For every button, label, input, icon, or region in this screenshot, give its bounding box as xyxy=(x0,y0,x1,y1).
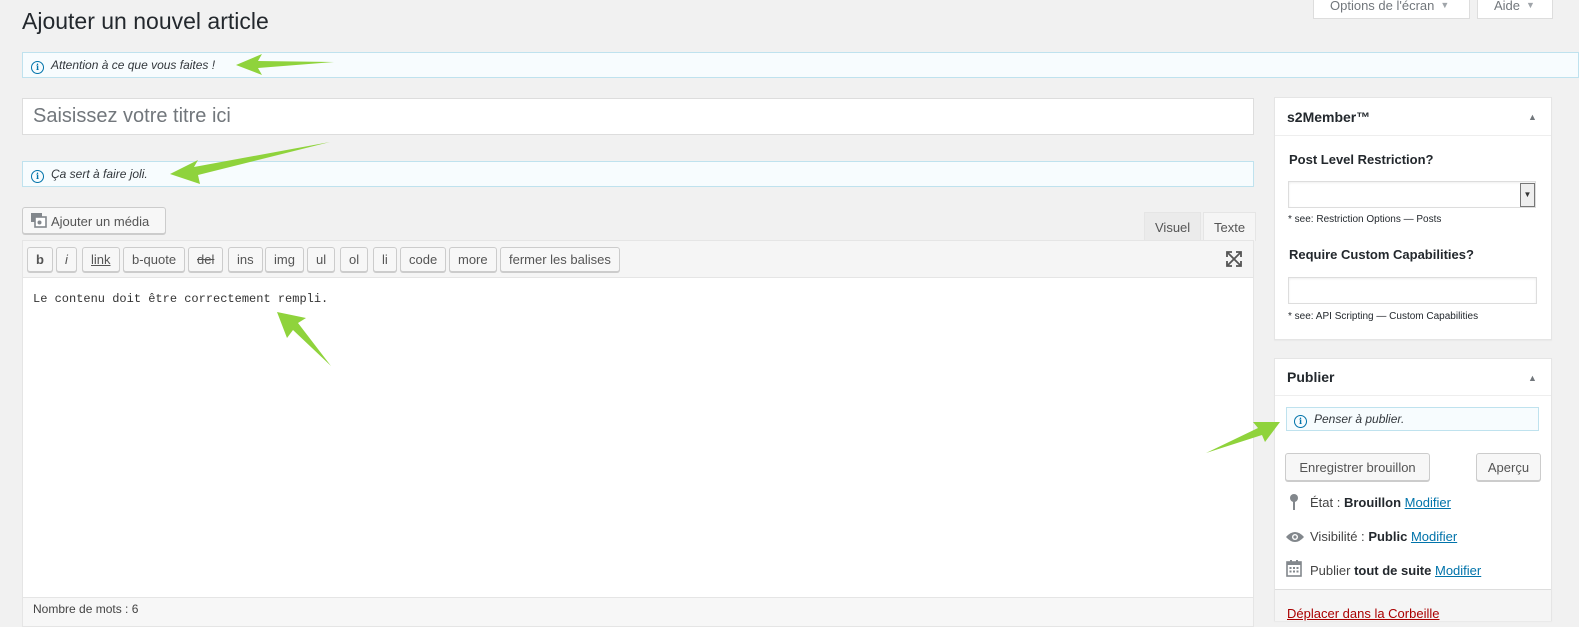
arrow-top-notice xyxy=(236,54,334,75)
arrow-content xyxy=(277,312,331,366)
arrow-publish-notice xyxy=(1206,422,1280,453)
annotation-arrows xyxy=(170,54,1280,453)
arrow-title-notice xyxy=(170,142,330,184)
